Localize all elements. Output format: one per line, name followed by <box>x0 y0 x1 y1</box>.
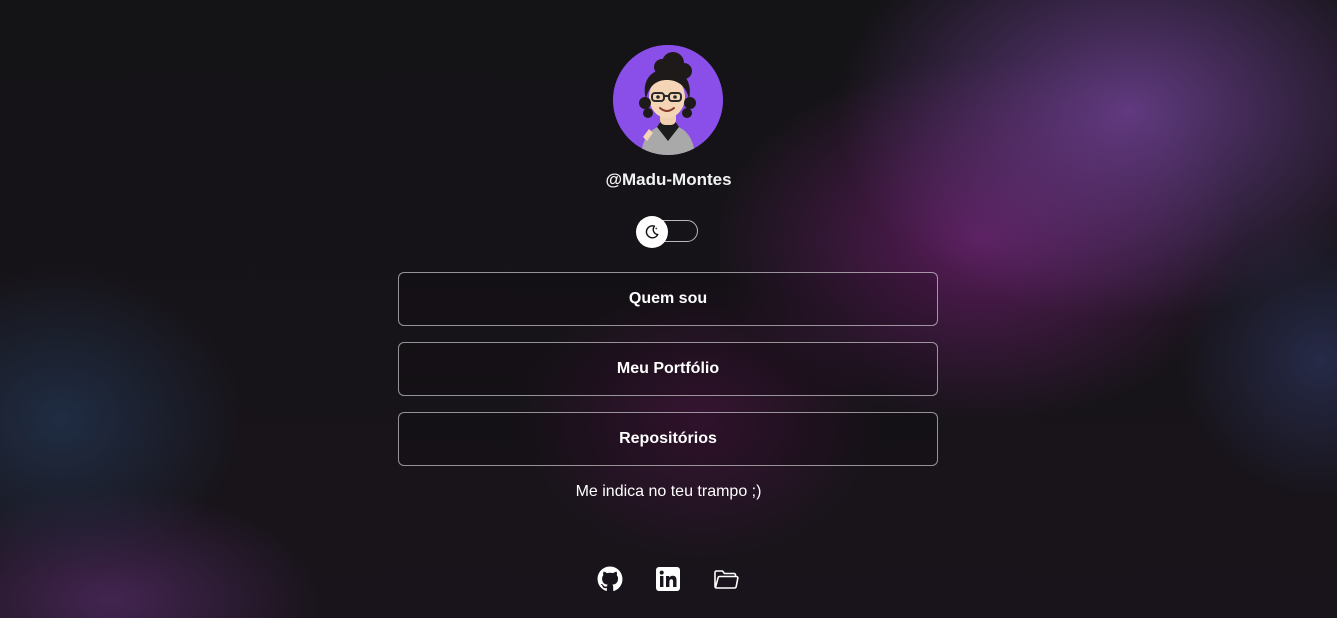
linkedin-icon <box>656 567 680 591</box>
username: @Madu-Montes <box>605 170 732 189</box>
theme-toggle-knob[interactable] <box>636 216 668 248</box>
link-portfolio-button[interactable]: Meu Portfólio <box>398 342 938 396</box>
theme-toggle[interactable] <box>636 216 700 248</box>
tagline: Me indica no teu trampo ;) <box>575 483 762 500</box>
avatar <box>613 45 723 155</box>
folder-link[interactable] <box>713 566 739 592</box>
profile-page: @Madu-Montes Quem sou Meu Portfólio Repo… <box>0 0 1337 618</box>
linkedin-link[interactable] <box>655 566 681 592</box>
avatar-illustration <box>613 45 723 155</box>
link-repositorios-button[interactable]: Repositórios <box>398 412 938 466</box>
github-icon <box>597 566 623 592</box>
link-quem-sou-button[interactable]: Quem sou <box>398 272 938 326</box>
moon-icon <box>645 225 659 239</box>
social-links <box>0 566 1337 592</box>
folder-icon <box>714 570 739 589</box>
github-link[interactable] <box>597 566 623 592</box>
